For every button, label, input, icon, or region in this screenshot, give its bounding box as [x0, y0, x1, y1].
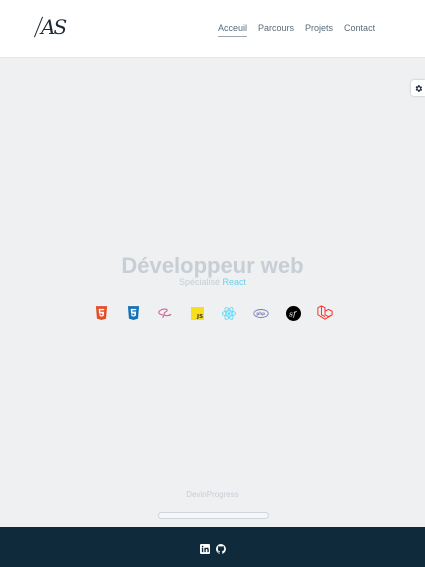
github-icon [215, 544, 226, 554]
laravel-icon [317, 305, 333, 320]
progress-label-part2: Progress [206, 490, 239, 499]
site-logo[interactable]: AS [33, 14, 67, 40]
css3-icon [127, 305, 139, 320]
html5-icon [95, 305, 107, 320]
footer-social-links [200, 541, 226, 554]
hero-subtitle-accent: React [222, 277, 247, 287]
skills-list: JS php sf [93, 304, 333, 322]
hero-subtitle-lead: Spécialisé [178, 277, 220, 287]
skill-react [221, 304, 237, 322]
skill-php: php [253, 304, 269, 322]
nav-item-acceuil[interactable]: Acceuil [218, 23, 248, 37]
progress-label: DevinProgress [0, 490, 425, 499]
linkedin-link[interactable] [200, 541, 210, 554]
hero-subtitle: Spécialisé React [0, 277, 425, 287]
sass-icon [158, 308, 172, 318]
svg-text:JS: JS [196, 314, 203, 320]
skill-javascript: JS [189, 304, 205, 322]
linkedin-icon [200, 544, 210, 554]
progress-label-part1: Devin [186, 490, 207, 499]
skill-symfony: sf [285, 304, 301, 322]
svg-text:php: php [256, 311, 265, 316]
javascript-icon: JS [190, 306, 204, 320]
github-link[interactable] [215, 541, 226, 554]
skill-laravel [317, 304, 333, 322]
site-header: AS Acceuil Parcours Projets Contact [0, 0, 425, 58]
settings-button[interactable] [411, 80, 425, 96]
react-icon [221, 306, 237, 320]
skill-html5 [93, 304, 109, 322]
symfony-icon: sf [285, 305, 301, 321]
nav-item-parcours[interactable]: Parcours [258, 23, 294, 37]
skill-css3 [125, 304, 141, 322]
gear-icon [415, 84, 422, 92]
skill-sass [157, 304, 173, 322]
progress-bar [158, 512, 269, 519]
nav-item-projets[interactable]: Projets [305, 23, 333, 37]
hero-title: Développeur web [121, 253, 304, 278]
nav-item-contact[interactable]: Contact [344, 23, 375, 37]
logo-text: AS [41, 15, 67, 39]
php-icon: php [253, 308, 269, 318]
main-nav: Acceuil Parcours Projets Contact [218, 23, 375, 37]
